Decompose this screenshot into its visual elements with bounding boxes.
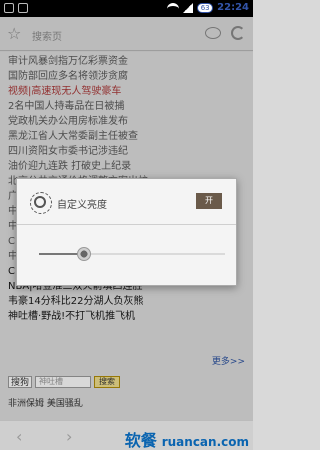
brightness-dialog: 自定义亮度 开 [16,178,237,286]
notification-icon [18,3,28,13]
watermark-en: ruancan.com [161,435,249,449]
signal-icon [183,2,194,13]
back-icon[interactable]: ‹ [16,427,22,446]
battery-level: 63 [200,3,210,12]
notification-icons [4,3,28,13]
clock: 22:24 [217,2,249,13]
watermark: 软餐 ruancan.com [125,427,249,450]
notification-icon [4,3,14,13]
watermark-cn: 软餐 [124,431,157,450]
battery-icon: 63 [197,2,214,13]
dialog-divider [17,224,236,225]
wifi-icon [167,2,180,13]
dialog-title: 自定义亮度 [57,200,107,211]
brightness-toggle[interactable]: 开 [196,193,222,209]
brightness-slider[interactable] [39,247,225,261]
status-bar: 63 22:24 [0,0,253,17]
brightness-sun-icon [30,192,52,214]
forward-icon[interactable]: › [66,427,72,446]
slider-thumb[interactable] [77,247,91,261]
dialog-header: 自定义亮度 开 [17,179,236,224]
